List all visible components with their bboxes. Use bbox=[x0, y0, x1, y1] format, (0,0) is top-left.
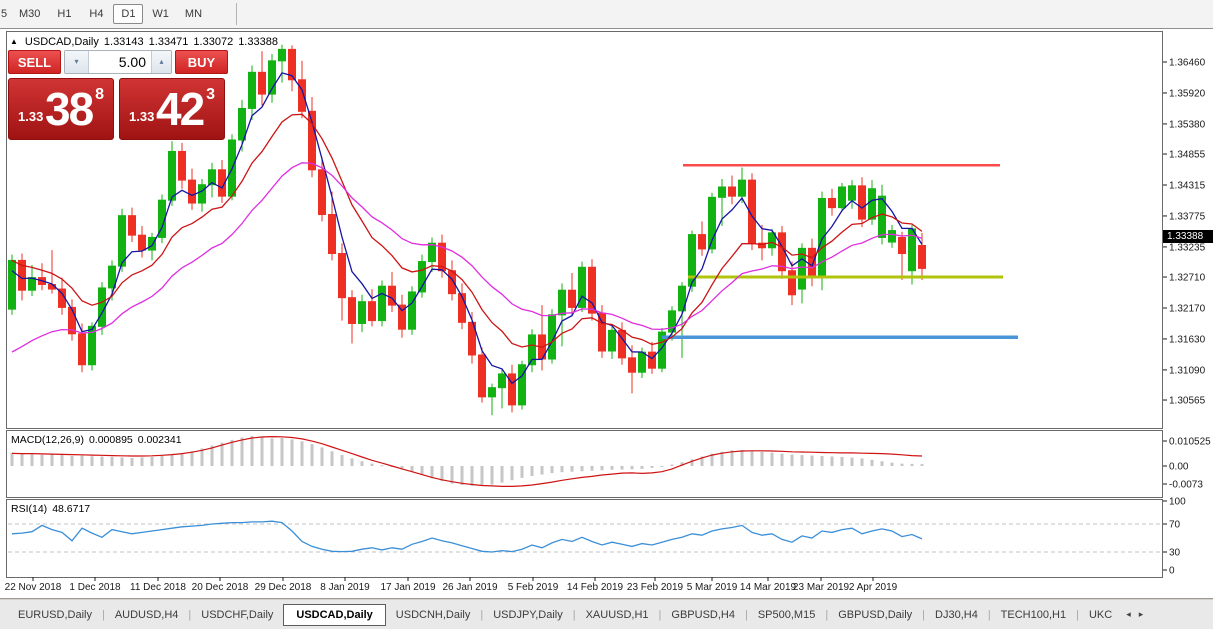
tab-usdchf-daily[interactable]: USDCHF,Daily bbox=[191, 605, 283, 625]
timeframe-button-w1[interactable]: W1 bbox=[145, 4, 176, 24]
svg-text:1.30565: 1.30565 bbox=[1169, 396, 1206, 407]
timeframe-button-mn[interactable]: MN bbox=[178, 4, 209, 24]
svg-text:14 Mar 2019: 14 Mar 2019 bbox=[740, 582, 797, 593]
svg-text:1.33775: 1.33775 bbox=[1169, 211, 1206, 222]
tab-gbpusd-h4[interactable]: GBPUSD,H4 bbox=[661, 605, 745, 625]
svg-text:26 Jan 2019: 26 Jan 2019 bbox=[442, 582, 497, 593]
timeframe-button-h4[interactable]: H4 bbox=[81, 4, 111, 24]
timeframe-button-d1[interactable]: D1 bbox=[113, 4, 144, 24]
macd-indicator-label: MACD(12,26,9) 0.000895 0.002341 bbox=[11, 434, 187, 446]
bid-price-tag: 1.33388 bbox=[1163, 230, 1213, 243]
svg-text:30: 30 bbox=[1169, 548, 1181, 559]
sell-price-pip: 8 bbox=[95, 86, 104, 103]
svg-text:1.34855: 1.34855 bbox=[1169, 150, 1206, 161]
chart-symbol-label: USDCAD,Daily bbox=[24, 36, 99, 48]
ohlc-open: 1.33143 bbox=[103, 36, 144, 48]
sell-button[interactable]: SELL bbox=[8, 50, 61, 74]
timeframe-button-5[interactable]: 5 bbox=[0, 4, 10, 24]
macd-main-value: 0.000895 bbox=[88, 434, 133, 446]
svg-text:1.36460: 1.36460 bbox=[1169, 58, 1206, 69]
buy-price-prefix: 1.33 bbox=[129, 109, 155, 124]
volume-decrease-button[interactable]: ▾ bbox=[65, 51, 89, 73]
one-click-trade-widget: SELL ▾ 5.00 ▴ BUY 1.33 38 8 1.33 42 3 bbox=[8, 50, 228, 140]
tab-scroll-left-icon[interactable]: ◂ bbox=[1122, 607, 1135, 622]
timeframe-toolbar: 5 M30 H1 H4 D1 W1 MN bbox=[0, 0, 1213, 29]
buy-price-main: 42 bbox=[156, 83, 205, 135]
volume-spinner: ▾ 5.00 ▴ bbox=[64, 50, 172, 74]
svg-text:1.34315: 1.34315 bbox=[1169, 180, 1206, 191]
volume-increase-button[interactable]: ▴ bbox=[151, 51, 171, 73]
svg-text:-0.0073: -0.0073 bbox=[1169, 480, 1203, 491]
svg-text:1.32170: 1.32170 bbox=[1169, 303, 1206, 314]
svg-text:70: 70 bbox=[1169, 520, 1181, 531]
tab-scroll-right-icon[interactable]: ▸ bbox=[1135, 607, 1148, 622]
tab-usdcad-daily[interactable]: USDCAD,Daily bbox=[283, 603, 386, 626]
svg-text:11 Dec 2018: 11 Dec 2018 bbox=[130, 582, 186, 593]
svg-text:100: 100 bbox=[1169, 497, 1186, 508]
macd-signal-value: 0.002341 bbox=[137, 434, 182, 446]
sell-price-main: 38 bbox=[45, 83, 94, 135]
volume-input[interactable]: 5.00 bbox=[89, 51, 151, 73]
svg-text:17 Jan 2019: 17 Jan 2019 bbox=[380, 582, 435, 593]
rsi-value: 48.6717 bbox=[52, 503, 91, 515]
trading-terminal: 5 M30 H1 H4 D1 W1 MN 1.36460 1.35920 1.35380 1.34… bbox=[0, 0, 1213, 629]
svg-text:1.35920: 1.35920 bbox=[1169, 88, 1206, 99]
collapse-arrow-icon[interactable]: ▲ bbox=[10, 37, 18, 46]
tab-usdcnh-daily[interactable]: USDCNH,Daily bbox=[386, 605, 481, 625]
timeframe-button-h1[interactable]: H1 bbox=[49, 4, 79, 24]
svg-text:1.31630: 1.31630 bbox=[1169, 334, 1206, 345]
svg-text:1.35380: 1.35380 bbox=[1169, 119, 1206, 130]
svg-text:0.010525: 0.010525 bbox=[1169, 437, 1211, 448]
rsi-name: RSI(14) bbox=[11, 503, 48, 515]
svg-text:23 Mar 2019: 23 Mar 2019 bbox=[793, 582, 850, 593]
svg-text:1.31090: 1.31090 bbox=[1169, 365, 1206, 376]
tab-dj30-h4[interactable]: DJ30,H4 bbox=[925, 605, 988, 625]
svg-text:20 Dec 2018: 20 Dec 2018 bbox=[192, 582, 249, 593]
tab-eurusd-daily[interactable]: EURUSD,Daily bbox=[8, 605, 102, 625]
buy-price-pip: 3 bbox=[206, 86, 215, 103]
sell-price-prefix: 1.33 bbox=[18, 109, 44, 124]
buy-button[interactable]: BUY bbox=[175, 50, 228, 74]
macd-name: MACD(12,26,9) bbox=[11, 434, 84, 446]
svg-text:1.32710: 1.32710 bbox=[1169, 273, 1206, 284]
toolbar-separator bbox=[236, 3, 238, 25]
ohlc-high: 1.33471 bbox=[148, 36, 189, 48]
tab-sp500-m15[interactable]: SP500,M15 bbox=[748, 605, 825, 625]
tab-usdjpy-daily[interactable]: USDJPY,Daily bbox=[483, 605, 573, 625]
svg-text:2 Apr 2019: 2 Apr 2019 bbox=[849, 582, 898, 593]
svg-text:0: 0 bbox=[1169, 566, 1175, 577]
ohlc-low: 1.33072 bbox=[193, 36, 234, 48]
tab-tech100-h1[interactable]: TECH100,H1 bbox=[991, 605, 1076, 625]
sell-price-box[interactable]: 1.33 38 8 bbox=[8, 78, 114, 140]
chart-title: ▲ USDCAD,Daily 1.33143 1.33471 1.33072 1.3338… bbox=[10, 36, 278, 48]
timeframe-button-m30[interactable]: M30 bbox=[12, 4, 47, 24]
symbol-tab-bar: EURUSD,Daily | AUDUSD,H4 | USDCHF,Daily USDCA… bbox=[0, 600, 1213, 629]
tab-ukc[interactable]: UKC bbox=[1079, 605, 1122, 625]
svg-text:29 Dec 2018: 29 Dec 2018 bbox=[255, 582, 312, 593]
svg-text:1.33235: 1.33235 bbox=[1169, 242, 1206, 253]
tab-audusd-h4[interactable]: AUDUSD,H4 bbox=[105, 605, 189, 625]
svg-text:8 Jan 2019: 8 Jan 2019 bbox=[320, 582, 370, 593]
svg-text:5 Mar 2019: 5 Mar 2019 bbox=[687, 582, 738, 593]
svg-text:5 Feb 2019: 5 Feb 2019 bbox=[508, 582, 559, 593]
svg-text:23 Feb 2019: 23 Feb 2019 bbox=[627, 582, 684, 593]
svg-text:0.00: 0.00 bbox=[1169, 462, 1189, 473]
ohlc-close: 1.33388 bbox=[238, 36, 278, 48]
tab-gbpusd-daily[interactable]: GBPUSD,Daily bbox=[828, 605, 922, 625]
tab-xauusd-h1[interactable]: XAUUSD,H1 bbox=[576, 605, 659, 625]
svg-text:22 Nov 2018: 22 Nov 2018 bbox=[5, 582, 62, 593]
svg-text:1 Dec 2018: 1 Dec 2018 bbox=[69, 582, 121, 593]
buy-price-box[interactable]: 1.33 42 3 bbox=[119, 78, 225, 140]
rsi-indicator-label: RSI(14) 48.6717 bbox=[11, 503, 95, 515]
svg-text:14 Feb 2019: 14 Feb 2019 bbox=[567, 582, 624, 593]
